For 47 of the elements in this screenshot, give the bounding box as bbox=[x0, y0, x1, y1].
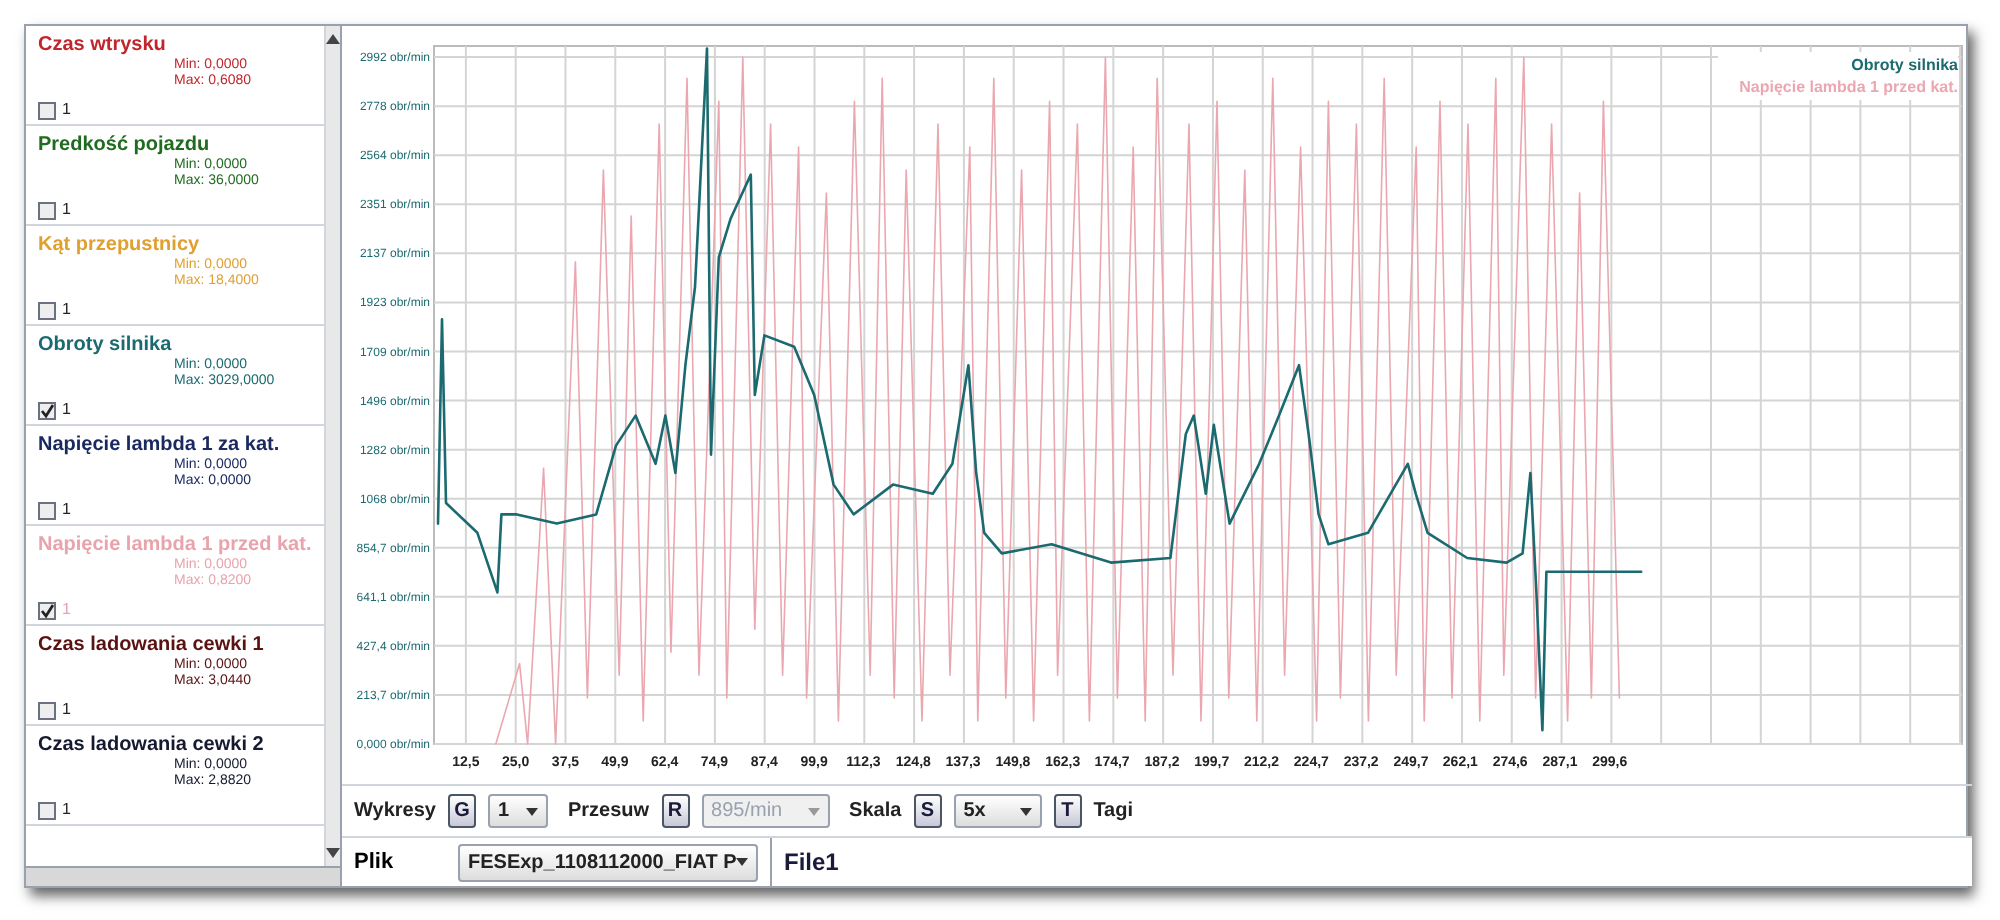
label: Skala bbox=[849, 798, 902, 826]
file-dropdown[interactable]: FESExp_1108112000_FIAT P bbox=[458, 843, 758, 881]
checkbox[interactable] bbox=[38, 701, 56, 719]
checkbox[interactable] bbox=[38, 101, 56, 119]
label: Tagi bbox=[1093, 798, 1134, 826]
horizontal-scrollbar[interactable] bbox=[26, 866, 340, 886]
channel-name: Kąt przepustnicy bbox=[38, 234, 200, 257]
legend-label: Obroty silnika bbox=[1851, 56, 1958, 74]
channel-name: Obroty silnika bbox=[38, 334, 172, 358]
checkbox[interactable] bbox=[38, 201, 56, 219]
channel-name: Predkość pojazdu bbox=[38, 134, 210, 157]
channel-name: Czas ladowania cewki 1 bbox=[38, 634, 264, 657]
key-button[interactable]: R bbox=[661, 794, 690, 828]
caret-icon bbox=[807, 807, 820, 815]
caret-icon bbox=[525, 807, 538, 815]
channel-name: Napięcie lambda 1 za kat. bbox=[38, 434, 280, 457]
scroll-down-icon[interactable] bbox=[325, 848, 340, 858]
file-name-field[interactable]: File1 bbox=[770, 838, 1972, 886]
channel-name: Napięcie lambda 1 przed kat. bbox=[38, 534, 312, 557]
label: Przesuw bbox=[567, 798, 650, 826]
label: Plik bbox=[354, 847, 396, 878]
caret-icon bbox=[736, 858, 748, 866]
key-button[interactable]: T bbox=[1053, 794, 1082, 828]
channel-name: Czas wtrysku bbox=[38, 34, 166, 58]
legend-label: Napięcie lambda 1 przed kat. bbox=[1739, 78, 1958, 96]
checkbox-label: 1 bbox=[62, 798, 71, 822]
checkbox-label: 1 bbox=[62, 298, 71, 322]
caret-icon bbox=[1019, 807, 1032, 815]
checkbox-label: 1 bbox=[62, 598, 71, 622]
key-button[interactable]: G bbox=[447, 794, 476, 828]
checkbox[interactable] bbox=[38, 401, 56, 419]
checkbox[interactable] bbox=[38, 801, 56, 819]
checkbox[interactable] bbox=[38, 601, 56, 619]
checkbox[interactable] bbox=[38, 301, 56, 319]
scrollbar[interactable] bbox=[323, 26, 340, 866]
checkbox-label: 1 bbox=[62, 398, 71, 422]
checkbox-label: 1 bbox=[62, 698, 71, 722]
scroll-up-icon[interactable] bbox=[325, 34, 340, 44]
checkbox-label: 1 bbox=[62, 198, 71, 222]
dropdown[interactable]: 1 bbox=[487, 794, 548, 828]
checkbox-label: 1 bbox=[62, 98, 71, 122]
channel-name: Czas ladowania cewki 2 bbox=[38, 734, 264, 757]
key-button[interactable]: S bbox=[913, 794, 942, 828]
label: Wykresy bbox=[354, 798, 436, 826]
dropdown[interactable]: 5x bbox=[953, 794, 1042, 828]
checkbox[interactable] bbox=[38, 501, 56, 519]
checkbox-label: 1 bbox=[62, 498, 71, 522]
